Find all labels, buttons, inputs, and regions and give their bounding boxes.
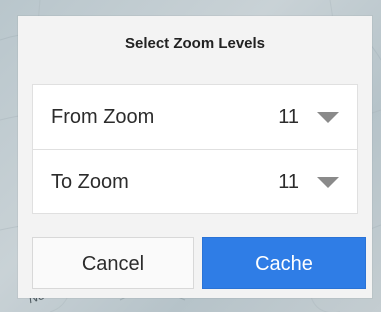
to-zoom-label: To Zoom xyxy=(51,171,129,193)
caret-down-icon xyxy=(317,112,339,123)
zoom-levels-dialog: Select Zoom Levels From Zoom 11 To Zoom … xyxy=(18,16,372,298)
caret-down-icon xyxy=(317,177,339,188)
dialog-title: Select Zoom Levels xyxy=(124,35,266,52)
from-zoom-selector[interactable]: From Zoom 11 xyxy=(33,85,357,149)
from-zoom-label: From Zoom xyxy=(51,106,155,128)
to-zoom-selector[interactable]: To Zoom 11 xyxy=(33,150,357,214)
cache-button[interactable]: Cache xyxy=(202,237,366,289)
to-zoom-value: 11 xyxy=(278,171,299,193)
from-zoom-value: 11 xyxy=(278,106,299,128)
cancel-button[interactable]: Cancel xyxy=(32,237,194,289)
zoom-level-list: From Zoom 11 To Zoom 11 xyxy=(32,84,358,214)
